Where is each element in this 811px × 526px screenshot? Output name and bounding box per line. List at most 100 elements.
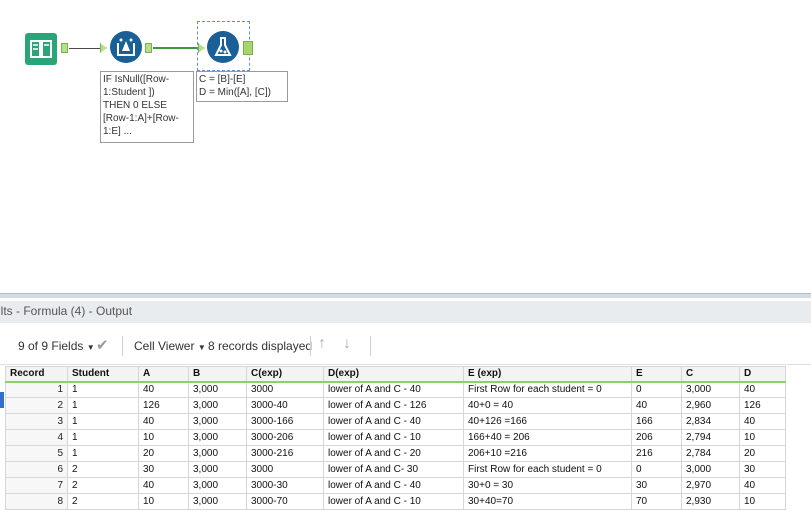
- input-data-tool[interactable]: [25, 33, 57, 65]
- table-cell[interactable]: 3000-166: [246, 413, 324, 430]
- table-cell[interactable]: 166: [631, 413, 682, 430]
- table-cell[interactable]: 2: [67, 461, 139, 478]
- table-cell[interactable]: 40: [631, 397, 682, 414]
- table-cell[interactable]: 40+0 = 40: [463, 397, 632, 414]
- table-cell[interactable]: 3,000: [681, 381, 740, 398]
- table-cell[interactable]: lower of A and C - 10: [323, 429, 464, 446]
- table-cell[interactable]: lower of A and C - 40: [323, 381, 464, 398]
- table-cell[interactable]: 3,000: [681, 461, 740, 478]
- table-cell[interactable]: 30: [739, 461, 786, 478]
- table-cell[interactable]: 206: [631, 429, 682, 446]
- table-cell[interactable]: 40: [739, 381, 786, 398]
- column-header[interactable]: Record: [5, 366, 68, 383]
- table-cell[interactable]: 3,000: [188, 445, 247, 462]
- table-cell[interactable]: 126: [739, 397, 786, 414]
- arrow-up-icon[interactable]: ↑: [318, 335, 326, 353]
- table-cell[interactable]: 10: [138, 429, 189, 446]
- table-cell[interactable]: 1: [67, 397, 139, 414]
- table-cell[interactable]: 70: [631, 493, 682, 510]
- pane-splitter[interactable]: [0, 293, 811, 298]
- table-cell[interactable]: lower of A and C - 126: [323, 397, 464, 414]
- table-row[interactable]: 6 2 30 3,000 3000 lower of A and C- 30 First R…: [5, 461, 786, 478]
- table-cell[interactable]: 10: [739, 493, 786, 510]
- column-header[interactable]: D(exp): [323, 366, 464, 383]
- table-cell[interactable]: 2: [67, 493, 139, 510]
- table-cell[interactable]: 0: [631, 381, 682, 398]
- table-cell[interactable]: First Row for each student = 0: [463, 381, 632, 398]
- input-output-anchor[interactable]: [61, 43, 68, 53]
- record-number-cell[interactable]: 1: [5, 381, 68, 398]
- formula-tool[interactable]: [207, 31, 239, 63]
- multirow-input-anchor[interactable]: [100, 43, 107, 53]
- table-cell[interactable]: 30: [138, 461, 189, 478]
- table-cell[interactable]: 3000-40: [246, 397, 324, 414]
- table-cell[interactable]: 3000-216: [246, 445, 324, 462]
- cell-viewer-dropdown[interactable]: Cell Viewer ▼: [134, 339, 206, 353]
- table-cell[interactable]: 30+40=70: [463, 493, 632, 510]
- table-cell[interactable]: lower of A and C - 40: [323, 413, 464, 430]
- column-header[interactable]: Student: [67, 366, 139, 383]
- workflow-canvas[interactable]: IF IsNull([Row- 1:Student ]) THEN 0 ELSE…: [0, 0, 811, 293]
- column-header[interactable]: E: [631, 366, 682, 383]
- table-row[interactable]: 5 1 20 3,000 3000-216 lower of A and C - 20 20…: [5, 445, 786, 462]
- table-cell[interactable]: 2,960: [681, 397, 740, 414]
- table-cell[interactable]: 20: [138, 445, 189, 462]
- table-cell[interactable]: 1: [67, 381, 139, 398]
- table-cell[interactable]: 10: [739, 429, 786, 446]
- column-header[interactable]: A: [138, 366, 189, 383]
- table-cell[interactable]: 40: [739, 477, 786, 494]
- table-cell[interactable]: First Row for each student = 0: [463, 461, 632, 478]
- table-cell[interactable]: 40: [138, 413, 189, 430]
- formula-output-anchor[interactable]: [243, 41, 253, 55]
- column-header[interactable]: B: [188, 366, 247, 383]
- table-row[interactable]: 4 1 10 3,000 3000-206 lower of A and C - 10 16…: [5, 429, 786, 446]
- multi-row-formula-tool[interactable]: [110, 31, 142, 63]
- table-cell[interactable]: 3000-30: [246, 477, 324, 494]
- table-cell[interactable]: lower of A and C - 20: [323, 445, 464, 462]
- multirow-output-anchor[interactable]: [145, 43, 152, 53]
- table-cell[interactable]: 3,000: [188, 493, 247, 510]
- apply-checkmark-icon[interactable]: ✔: [96, 336, 109, 354]
- table-cell[interactable]: 206+10 =216: [463, 445, 632, 462]
- table-cell[interactable]: 3,000: [188, 429, 247, 446]
- table-cell[interactable]: 3,000: [188, 381, 247, 398]
- table-cell[interactable]: 40: [739, 413, 786, 430]
- table-row[interactable]: 7 2 40 3,000 3000-30 lower of A and C - 40 30+…: [5, 477, 786, 494]
- table-cell[interactable]: 3,000: [188, 413, 247, 430]
- table-cell[interactable]: 3000: [246, 461, 324, 478]
- table-cell[interactable]: 166+40 = 206: [463, 429, 632, 446]
- record-number-cell[interactable]: 7: [5, 477, 68, 494]
- table-cell[interactable]: 126: [138, 397, 189, 414]
- table-cell[interactable]: 40+126 =166: [463, 413, 632, 430]
- record-number-cell[interactable]: 6: [5, 461, 68, 478]
- record-number-cell[interactable]: 8: [5, 493, 68, 510]
- table-cell[interactable]: 216: [631, 445, 682, 462]
- table-cell[interactable]: 20: [739, 445, 786, 462]
- table-cell[interactable]: 2,930: [681, 493, 740, 510]
- table-cell[interactable]: 3,000: [188, 477, 247, 494]
- column-header[interactable]: C: [681, 366, 740, 383]
- table-cell[interactable]: 2: [67, 477, 139, 494]
- table-cell[interactable]: 3,000: [188, 461, 247, 478]
- table-row[interactable]: 8 2 10 3,000 3000-70 lower of A and C - 10 30+…: [5, 493, 786, 510]
- table-cell[interactable]: 40: [138, 381, 189, 398]
- table-cell[interactable]: 40: [138, 477, 189, 494]
- table-cell[interactable]: 3000: [246, 381, 324, 398]
- table-cell[interactable]: 2,834: [681, 413, 740, 430]
- table-cell[interactable]: 30: [631, 477, 682, 494]
- fields-selector[interactable]: 9 of 9 Fields ▼: [18, 339, 95, 353]
- arrow-down-icon[interactable]: ↓: [343, 335, 351, 353]
- table-cell[interactable]: 0: [631, 461, 682, 478]
- record-number-cell[interactable]: 5: [5, 445, 68, 462]
- table-cell[interactable]: 10: [138, 493, 189, 510]
- record-number-cell[interactable]: 4: [5, 429, 68, 446]
- table-cell[interactable]: 3,000: [188, 397, 247, 414]
- table-cell[interactable]: 1: [67, 429, 139, 446]
- table-cell[interactable]: 3000-206: [246, 429, 324, 446]
- column-header[interactable]: D: [739, 366, 786, 383]
- record-number-cell[interactable]: 2: [5, 397, 68, 414]
- table-cell[interactable]: 2,794: [681, 429, 740, 446]
- table-cell[interactable]: 1: [67, 445, 139, 462]
- table-cell[interactable]: lower of A and C - 10: [323, 493, 464, 510]
- table-cell[interactable]: lower of A and C - 40: [323, 477, 464, 494]
